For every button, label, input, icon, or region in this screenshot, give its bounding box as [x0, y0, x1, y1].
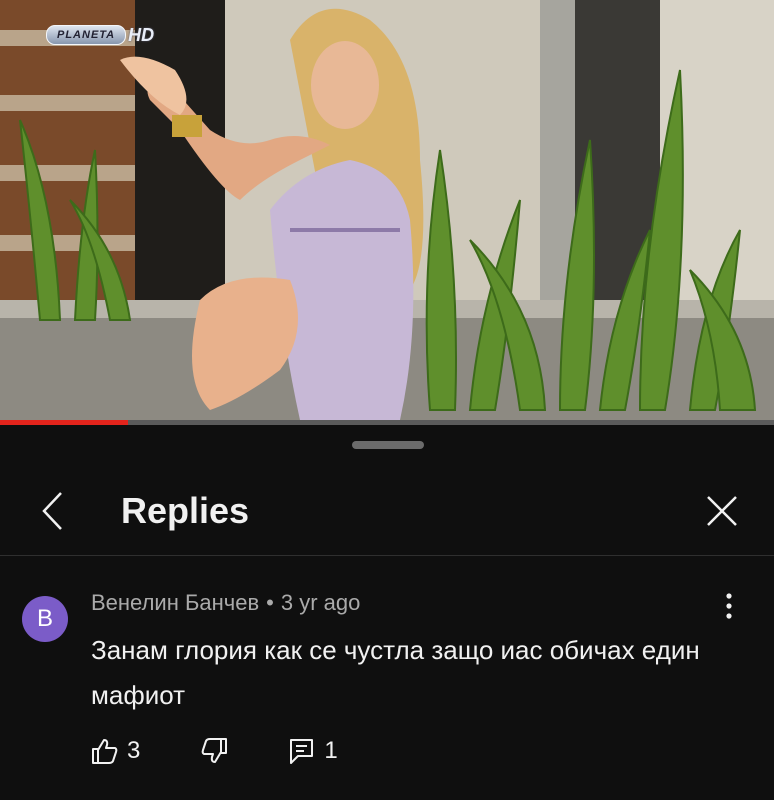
meta-separator: •: [266, 590, 274, 615]
avatar[interactable]: B: [22, 596, 68, 642]
thumbs-up-icon: [92, 739, 118, 764]
close-button[interactable]: [700, 489, 744, 533]
sheet-title: Replies: [121, 490, 250, 531]
comment-actions: 3 1: [91, 735, 338, 767]
channel-logo-text: PLANETA: [46, 25, 127, 45]
comment-menu-button[interactable]: [716, 590, 742, 622]
comment-text: Занам глория как се чустла защо иас обич…: [91, 635, 700, 710]
dislike-button[interactable]: [200, 737, 228, 765]
reply-button[interactable]: 1: [288, 737, 338, 765]
replies-sheet: Replies B Венелин Банчев • 3 yr ago Занам …: [0, 425, 774, 800]
sheet-header: Replies: [0, 473, 774, 556]
thumbs-down-icon: [202, 738, 228, 763]
reply-count: 1: [324, 737, 338, 764]
back-button[interactable]: [34, 489, 74, 533]
reply-comment: B Венелин Банчев • 3 yr ago Занам глория к…: [0, 556, 774, 800]
reply-comment-icon: [290, 739, 314, 764]
comment-time: 3 yr ago: [280, 590, 361, 615]
channel-watermark: PLANETA HD: [46, 24, 154, 46]
video-player[interactable]: PLANETA HD: [0, 0, 774, 420]
video-frame: [0, 0, 774, 420]
chevron-left-icon: [42, 492, 62, 530]
more-vert-icon: [726, 593, 732, 619]
like-button[interactable]: 3: [91, 737, 140, 765]
comment-meta: Венелин Банчев • 3 yr ago: [91, 590, 360, 616]
drag-handle[interactable]: [352, 441, 424, 449]
comment-author[interactable]: Венелин Банчев: [91, 590, 259, 615]
like-count: 3: [127, 737, 141, 764]
close-icon: [707, 496, 737, 526]
channel-logo-hd: HD: [128, 24, 155, 45]
